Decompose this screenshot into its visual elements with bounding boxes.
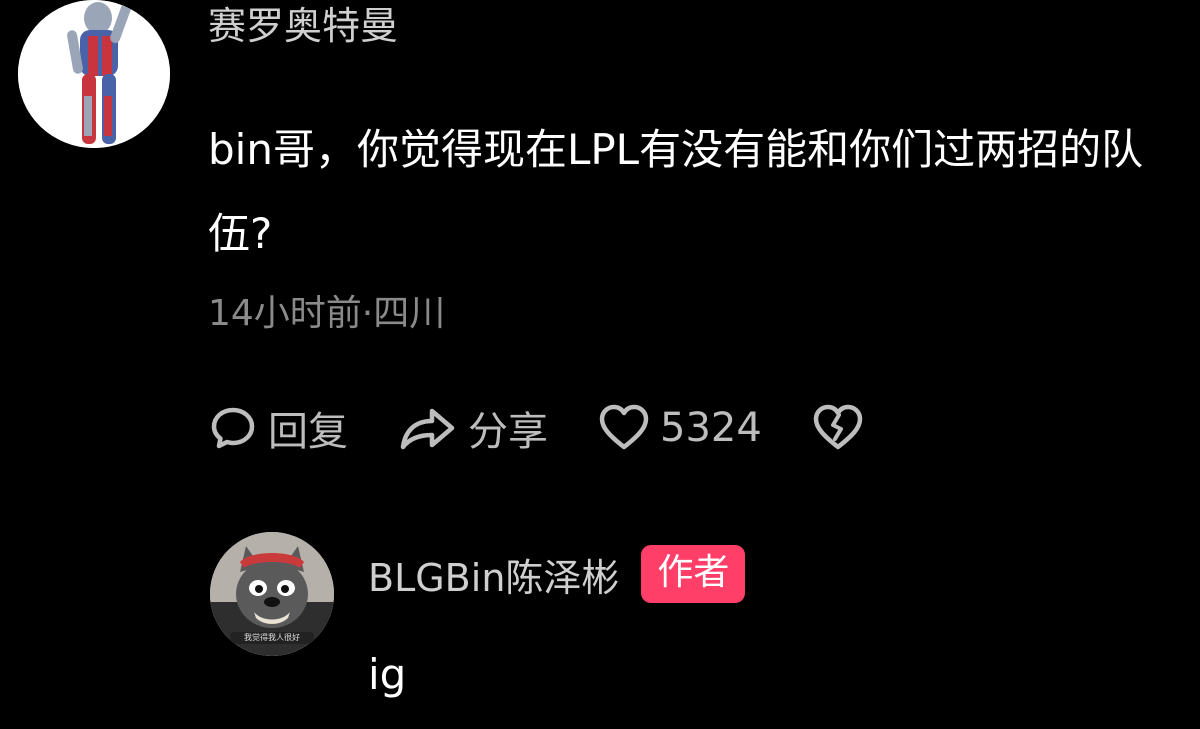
reply-label: 回复 [268, 409, 348, 455]
share-button[interactable]: 分享 [398, 399, 548, 457]
like-button[interactable]: 5324 [598, 403, 762, 453]
reply-avatar[interactable]: 我觉得我人很好 [210, 532, 334, 656]
reply-username[interactable]: BLGBin陈泽彬 [368, 547, 619, 602]
broken-heart-icon [813, 404, 863, 450]
reply-header: BLGBin陈泽彬 作者 [368, 544, 746, 604]
share-arrow-icon [400, 408, 455, 450]
avatar-caption: 我觉得我人很好 [244, 633, 300, 642]
ultraman-avatar-image [18, 0, 170, 148]
author-badge: 作者 [641, 545, 746, 603]
comment-username[interactable]: 赛罗奥特曼 [208, 5, 398, 48]
like-count: 5324 [660, 405, 762, 451]
comment-text: bin哥，你觉得现在LPL有没有能和你们过两招的队伍? [208, 125, 1144, 258]
reply-text: ig [368, 650, 407, 699]
comment-actions: 回复 分享 5324 [208, 398, 874, 458]
comment-bubble-icon [211, 407, 255, 449]
reply-button[interactable]: 回复 [208, 399, 348, 457]
dislike-button[interactable] [812, 403, 874, 453]
comment-meta: 14小时前·四川 [208, 293, 446, 334]
heart-icon [599, 404, 649, 450]
share-label: 分享 [468, 409, 548, 455]
user-avatar[interactable] [18, 0, 170, 148]
